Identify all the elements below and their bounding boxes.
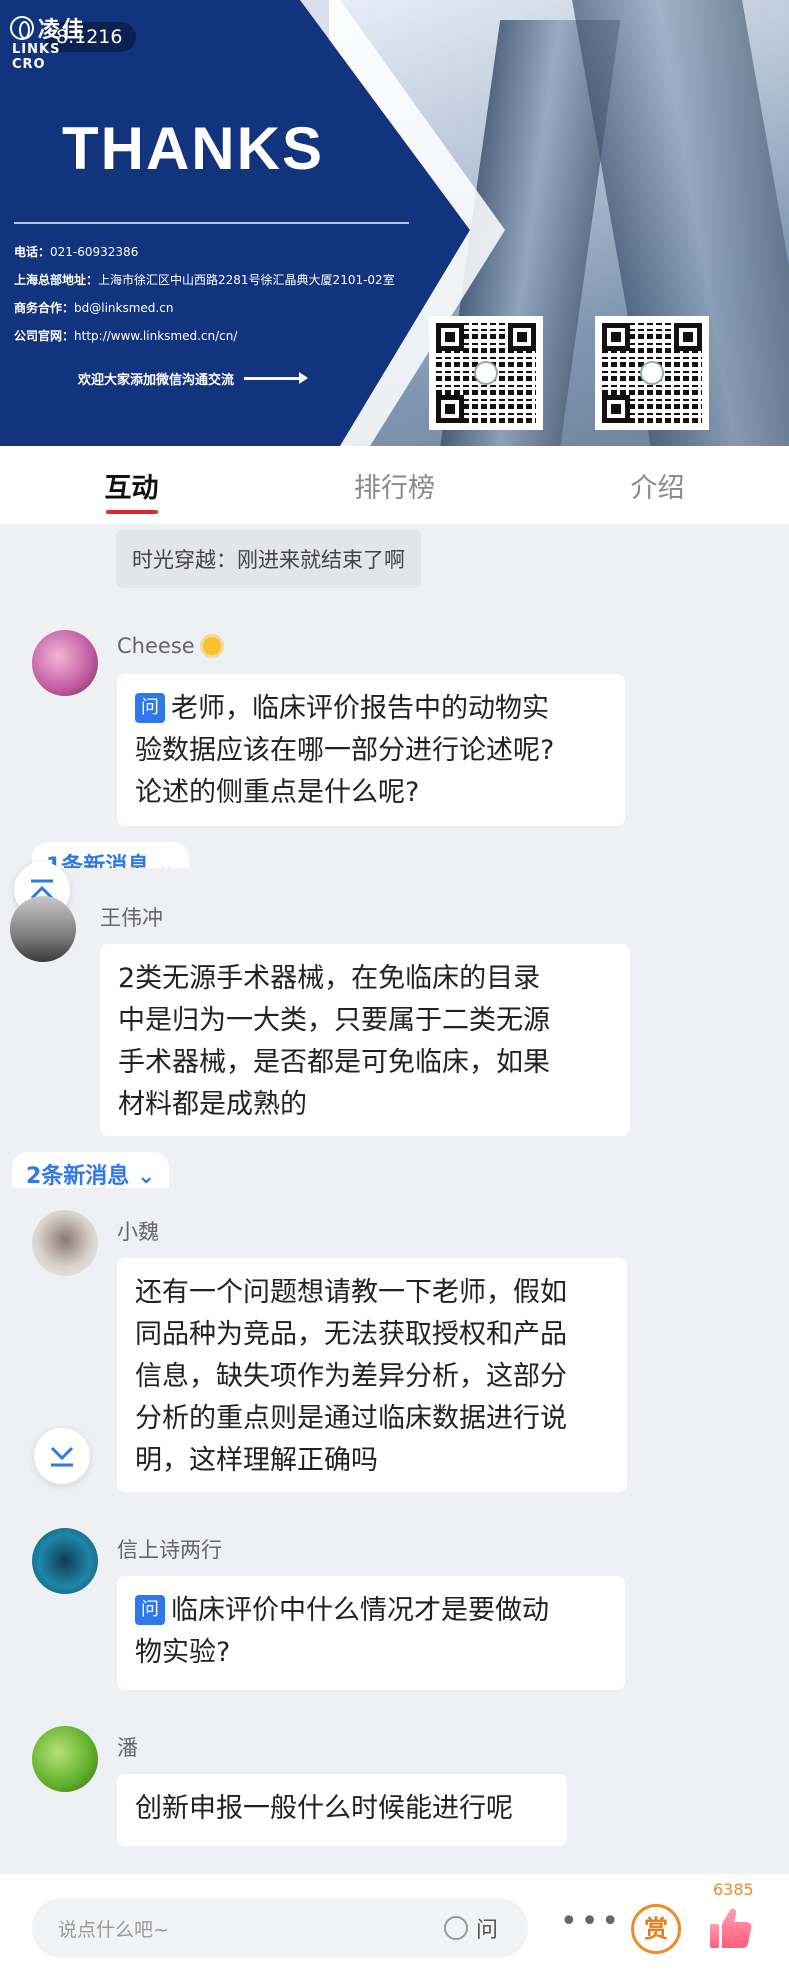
message-bubble: 还有一个问题想请教一下老师，假如 同品种为竞品，无法获取授权和产品 信息，缺失项… [117,1258,627,1492]
message-line: 明，这样理解正确吗 [135,1445,378,1476]
new-message-pill[interactable]: 2条新消息 ⌄ [12,1152,170,1188]
message-line: 手术器械，是否都是可免临床，如果 [118,1047,550,1078]
tab-label: 介绍 [630,473,685,504]
message-line: 验数据应该在哪一部分进行论述呢? [135,735,555,766]
tab-label: 排行榜 [354,473,435,504]
comment-input[interactable]: 说点什么吧~ 问 [32,1898,528,1958]
phone-label: 电话： [14,245,51,259]
new-message-pill[interactable]: 1条新消息 ⌄ [32,842,190,868]
site-line: 公司官网：http://www.linksmed.cn/cn/ [14,327,237,344]
sun-icon [202,637,221,655]
biz-label: 商务合作： [14,301,75,315]
message-line: 论述的侧重点是什么呢? [135,777,420,808]
question-tag: 问 [135,1595,165,1625]
message-line: 老师，临床评价报告中的动物实 [171,693,549,724]
message-line: 材料都是成熟的 [118,1089,307,1120]
avatar[interactable] [32,1210,98,1276]
logo-icon [10,16,34,40]
qr-code-2 [595,316,709,430]
tab-ranking[interactable]: 排行榜 [263,446,526,524]
reward-button[interactable]: 赏 [631,1904,681,1954]
bottom-bar: 说点什么吧~ 问 ••• 赏 6385 [0,1874,789,1976]
message-line: 信息，缺失项作为差异分析，这部分 [135,1361,567,1392]
message-line: 2类无源手术器械，在免临床的目录 [118,963,541,994]
logo-english: LINKS CRO [12,42,61,72]
chevron-down-icon [50,1446,74,1467]
phone-value: 021-60932386 [50,245,139,259]
comment-placeholder: 说点什么吧~ [58,1919,169,1941]
username: 潘 [117,1736,138,1760]
biz-line: 商务合作：bd@linksmed.cn [14,299,173,316]
address-label: 上海总部地址： [14,273,99,287]
chevron-down-icon: ⌄ [136,1164,156,1188]
tab-intro[interactable]: 介绍 [526,446,789,524]
username: 小魏 [117,1220,159,1244]
site-value: http://www.linksmed.cn/cn/ [74,329,238,343]
scroll-bottom-button[interactable] [34,1428,90,1484]
message-line: 还有一个问题想请教一下老师，假如 [135,1277,567,1308]
tab-active-indicator [105,510,158,514]
phone-line: 电话：021-60932386 [14,243,138,260]
more-options-icon[interactable]: ••• [560,1907,622,1937]
avatar[interactable] [32,1528,98,1594]
like-count: 6385 [713,1880,754,1899]
username: Cheese [117,634,221,658]
like-button[interactable] [706,1904,754,1956]
thumbs-up-icon [710,1908,752,1948]
avatar[interactable] [32,1726,98,1792]
username: 王伟冲 [100,906,163,930]
qr-logo-icon [640,361,664,385]
site-label: 公司官网： [14,329,75,343]
chevron-down-icon: ⌄ [156,854,176,868]
message-line: 中是归为一大类，只要属于二类无源 [118,1005,550,1036]
message-line: 临床评价中什么情况才是要做动 [171,1595,549,1626]
ask-toggle[interactable]: 问 [443,1912,498,1944]
message-bubble: 问老师，临床评价报告中的动物实 验数据应该在哪一部分进行论述呢? 论述的侧重点是… [117,674,625,826]
system-message: 时光穿越：刚进来就结束了啊 [116,530,421,588]
avatar[interactable] [32,630,98,696]
cta-text: 欢迎大家添加微信沟通交流 [78,373,235,388]
arrow-right-icon [244,372,309,384]
company-logo: 凌佳 LINKS CRO [10,12,87,72]
message-line: 同品种为竞品，无法获取授权和产品 [135,1319,567,1350]
address-value: 上海市徐汇区中山西路2281号徐汇晶典大厦2101-02室 [98,273,395,287]
message-bubble: 创新申报一般什么时候能进行呢 [117,1774,567,1846]
logo-text: 凌佳 [38,17,87,43]
live-banner: 凌佳 LINKS CRO 8.1216 THANKS 电话：021-609323… [0,0,789,446]
username: 信上诗两行 [117,1538,222,1562]
ask-label: 问 [475,1918,498,1943]
comment-feed[interactable]: 时光穿越：刚进来就结束了啊 Cheese 问老师，临床评价报告中的动物实 验数据… [0,524,789,1874]
message-bubble: 问临床评价中什么情况才是要做动 物实验? [117,1576,625,1690]
message-bubble: 2类无源手术器械，在免临床的目录 中是归为一大类，只要属于二类无源 手术器械，是… [100,944,630,1136]
message-line: 创新申报一般什么时候能进行呢 [135,1793,513,1824]
wechat-cta: 欢迎大家添加微信沟通交流 [78,369,309,388]
avatar[interactable] [10,896,76,962]
qr-code-1 [429,316,543,430]
biz-value: bd@linksmed.cn [74,301,174,315]
banner-headline: THANKS [62,115,324,182]
tab-bar: 互动 排行榜 介绍 [0,446,789,524]
message-line: 分析的重点则是通过临床数据进行说 [135,1403,567,1434]
radio-icon [443,1916,468,1940]
tab-label: 互动 [104,473,159,504]
address-line: 上海总部地址：上海市徐汇区中山西路2281号徐汇晶典大厦2101-02室 [14,271,395,288]
tab-interaction[interactable]: 互动 [0,446,263,524]
message-line: 物实验? [135,1637,231,1668]
question-tag: 问 [135,693,165,723]
banner-divider [14,222,409,224]
qr-logo-icon [474,361,498,385]
